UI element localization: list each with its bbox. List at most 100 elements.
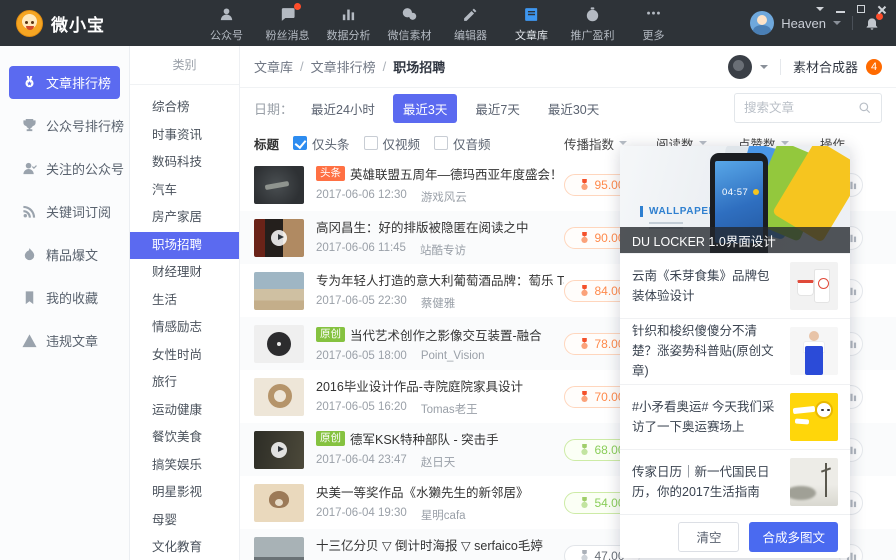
sidebar-item-followed-accounts[interactable]: 关注的公众号 xyxy=(9,152,124,185)
clear-button[interactable]: 清空 xyxy=(678,521,740,552)
checkbox-icon[interactable] xyxy=(363,136,378,150)
article-title[interactable]: 专为年轻人打造的意大利葡萄酒品牌：萄乐 Taller xyxy=(316,270,564,289)
medal-icon xyxy=(581,178,589,190)
article-date: 2017-06-05 22:30 xyxy=(316,295,407,307)
article-title[interactable]: 当代艺术创作之影像交互装置-融合 xyxy=(350,325,542,344)
category-item[interactable]: 数码科技 xyxy=(130,149,239,177)
category-item[interactable]: 综合榜 xyxy=(130,94,239,122)
category-item[interactable]: 女性时尚 xyxy=(130,342,239,370)
category-item[interactable]: 情感励志 xyxy=(130,314,239,342)
article-thumbnail[interactable] xyxy=(254,271,304,310)
composer-item[interactable]: 针织和梭织傻傻分不清楚？涨姿势科普贴(原创文章) xyxy=(620,318,850,383)
category-item[interactable]: 旅行 xyxy=(130,369,239,397)
sidebar-item-premium-articles[interactable]: 精品爆文 xyxy=(9,238,120,271)
category-item[interactable]: 明星影视 xyxy=(130,479,239,507)
user-avatar[interactable] xyxy=(750,11,775,35)
close-icon[interactable] xyxy=(877,5,886,14)
article-thumbnail[interactable] xyxy=(254,324,304,363)
category-item[interactable]: 时事资讯 xyxy=(130,122,239,150)
category-column: 类别 综合榜 时事资讯 数码科技 汽车 房产家居 职场招聘 财经理财 生活 情感… xyxy=(130,46,240,560)
category-item[interactable]: 母婴 xyxy=(130,507,239,535)
date-chip-30d[interactable]: 最近30天 xyxy=(538,94,609,123)
category-item[interactable]: 房产家居 xyxy=(130,204,239,232)
article-title[interactable]: 央美一等奖作品《水獭先生的新邻居》 xyxy=(316,482,529,501)
article-title[interactable]: 2016毕业设计作品-寺院庭院家具设计 xyxy=(316,376,523,395)
app-logo: 微小宝 xyxy=(0,9,160,37)
article-thumbnail[interactable] xyxy=(254,377,304,416)
date-chip-3d[interactable]: 最近3天 xyxy=(392,93,458,123)
sidebar-item-violation-articles[interactable]: 违规文章 xyxy=(9,324,120,357)
nav-item-wechat-materials[interactable]: 微信素材 xyxy=(379,4,440,43)
divider xyxy=(852,16,853,30)
breadcrumb-current-category: 职场招聘 xyxy=(393,60,446,75)
chevron-down-icon[interactable] xyxy=(833,21,841,29)
nav-item-data-analytics[interactable]: 数据分析 xyxy=(318,4,379,43)
category-item[interactable]: 财经理财 xyxy=(130,259,239,287)
article-thumbnail[interactable] xyxy=(254,218,304,257)
composer-feature-item[interactable]: WALLPAPER 04:57 DU LOCKER 1.0界面设计 xyxy=(620,146,850,253)
ellipsis-icon xyxy=(647,11,660,14)
checkbox-checked-icon[interactable] xyxy=(293,136,308,150)
article-thumbnail[interactable] xyxy=(254,483,304,522)
category-item-active[interactable]: 职场招聘 xyxy=(130,231,239,259)
bar-chart-icon xyxy=(342,9,355,20)
audio-only-checkbox[interactable]: 仅音频 xyxy=(434,134,491,153)
date-chip-7d[interactable]: 最近7天 xyxy=(465,94,529,123)
feature-caption: DU LOCKER 1.0界面设计 xyxy=(620,227,850,253)
date-chip-24h[interactable]: 最近24小时 xyxy=(301,94,385,123)
article-author: Tomas老王 xyxy=(420,404,478,416)
search-icon[interactable] xyxy=(858,101,872,115)
article-thumbnail[interactable] xyxy=(254,430,304,469)
bookmark-icon xyxy=(25,291,34,305)
composer-item[interactable]: 传家日历｜新一代国民日历，你的2017生活指南 xyxy=(620,448,850,514)
window-controls xyxy=(816,3,886,15)
composer-item[interactable]: 云南《禾芽食集》品牌包装体验设计 xyxy=(620,253,850,318)
composer-item-thumbnail xyxy=(790,457,838,506)
nav-item-official-accounts[interactable]: 公众号 xyxy=(196,4,257,43)
sidebar-item-my-favorites[interactable]: 我的收藏 xyxy=(9,281,120,314)
nav-item-article-library[interactable]: 文章库 xyxy=(501,4,562,43)
wallpaper-label: WALLPAPER xyxy=(640,206,716,217)
category-item[interactable]: 生活 xyxy=(130,287,239,315)
category-item[interactable]: 搞笑娱乐 xyxy=(130,452,239,480)
article-title[interactable]: 十三亿分贝 ▽ 倒计时海报 ▽ serfaico毛婷 xyxy=(316,535,543,554)
category-item[interactable]: 汽车 xyxy=(130,177,239,205)
article-thumbnail[interactable] xyxy=(254,536,304,560)
article-title[interactable]: 英雄联盟五周年—德玛西亚年度盛会！ xyxy=(350,164,563,183)
category-item[interactable]: 餐饮美食 xyxy=(130,424,239,452)
compose-multi-article-button[interactable]: 合成多图文 xyxy=(749,521,838,552)
video-only-checkbox[interactable]: 仅视频 xyxy=(363,134,420,153)
notifications-button[interactable] xyxy=(864,13,883,31)
nav-item-promotion-profit[interactable]: 推广盈利 xyxy=(562,4,623,43)
checkbox-icon[interactable] xyxy=(434,136,449,150)
sidebar-item-article-ranking[interactable]: 文章排行榜 xyxy=(9,66,120,99)
minimize-icon[interactable] xyxy=(836,11,845,13)
article-author: 蔡健雅 xyxy=(420,298,456,310)
article-thumbnail[interactable] xyxy=(254,165,304,204)
nav-item-more[interactable]: 更多 xyxy=(623,4,684,43)
category-item[interactable]: 运动健康 xyxy=(130,397,239,425)
article-title[interactable]: 德军KSK特种部队 - 突击手 xyxy=(350,429,499,448)
breadcrumb-article-ranking[interactable]: 文章排行榜 xyxy=(311,57,376,76)
composer-item-title: 传家日历｜新一代国民日历，你的2017生活指南 xyxy=(632,464,770,499)
search-box[interactable] xyxy=(734,93,882,123)
user-name[interactable]: Heaven xyxy=(781,16,826,31)
chevron-down-icon[interactable] xyxy=(759,64,768,73)
composer-item[interactable]: #小矛看奥运# 今天我们采访了一下奥运赛场上 xyxy=(620,383,850,449)
nav-item-fan-messages[interactable]: 粉丝消息 xyxy=(257,2,318,43)
article-title[interactable]: 高冈昌生：好的排版被隐匿在阅读之中 xyxy=(316,217,529,236)
sidebar-item-account-ranking[interactable]: 公众号排行榜 xyxy=(9,109,124,142)
breadcrumb-article-library[interactable]: 文章库 xyxy=(254,57,293,76)
rss-icon xyxy=(23,205,36,218)
nav-item-editor[interactable]: 编辑器 xyxy=(440,4,501,43)
window-menu-icon[interactable] xyxy=(816,7,824,15)
maximize-icon[interactable] xyxy=(857,5,865,13)
material-composer-button[interactable]: 素材合成器 xyxy=(793,57,858,76)
sidebar-item-keyword-subscription[interactable]: 关键词订阅 xyxy=(9,195,120,228)
headline-only-checkbox[interactable]: 仅头条 xyxy=(293,134,350,153)
composer-avatar[interactable] xyxy=(727,54,752,79)
composer-item-thumbnail xyxy=(790,327,838,376)
category-item[interactable]: 文化教育 xyxy=(130,534,239,560)
breadcrumb-bar: 文章库 / 文章排行榜 / 职场招聘 素材合成器 4 xyxy=(240,46,896,88)
search-input[interactable] xyxy=(744,101,852,115)
